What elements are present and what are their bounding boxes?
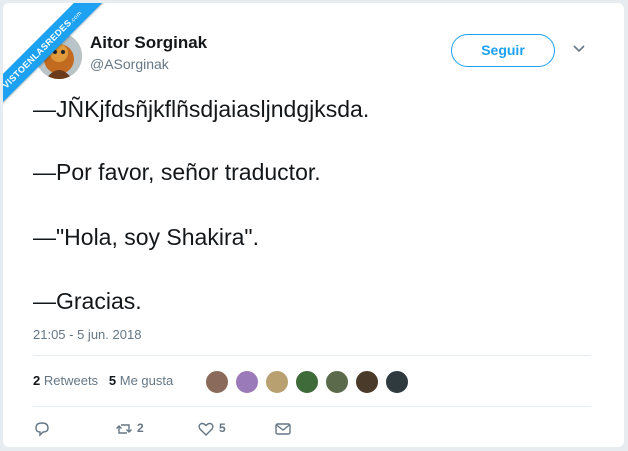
liker-avatar[interactable]: [295, 370, 319, 394]
tweet-card: VISTOENLASREDES.com Aitor Sorginak @ASor…: [3, 3, 624, 447]
liker-avatar[interactable]: [205, 370, 229, 394]
likes-stat[interactable]: 5 Me gusta: [109, 373, 173, 388]
heart-icon: [198, 422, 214, 436]
retweets-stat[interactable]: 2 Retweets: [33, 373, 98, 388]
liker-avatar[interactable]: [355, 370, 379, 394]
author-handle[interactable]: @ASorginak: [90, 56, 169, 72]
liker-avatar[interactable]: [325, 370, 349, 394]
tweet-line: —Gracias.: [33, 288, 142, 314]
like-action[interactable]: 5: [197, 420, 237, 438]
likes-count: 5: [108, 373, 117, 388]
chevron-down-icon[interactable]: [572, 41, 586, 55]
tweet-line: —Por favor, señor traductor.: [33, 159, 321, 185]
follow-button[interactable]: Seguir: [451, 34, 555, 67]
tweet-line: —JÑKjfdsñjkflñsdjaiasljndgjksda.: [33, 96, 370, 122]
tweet-timestamp[interactable]: 21:05 - 5 jun. 2018: [33, 327, 141, 342]
like-count: 5: [219, 421, 226, 435]
retweets-count: 2: [33, 373, 41, 388]
retweets-label: Retweets: [43, 373, 99, 388]
retweet-action[interactable]: 2: [115, 420, 155, 438]
tweet-stats: 2 Retweets 5 Me gusta: [33, 373, 173, 388]
watermark-suffix: .com: [69, 10, 84, 25]
divider: [33, 355, 591, 356]
liker-avatar[interactable]: [235, 370, 259, 394]
liker-avatar[interactable]: [385, 370, 409, 394]
reply-icon: [35, 422, 49, 437]
liker-avatar[interactable]: [265, 370, 289, 394]
retweet-icon: [116, 424, 132, 434]
divider: [33, 406, 591, 407]
envelope-icon: [275, 423, 291, 435]
retweet-count: 2: [137, 421, 144, 435]
tweet-line: —"Hola, soy Shakira".: [33, 224, 259, 250]
author-name[interactable]: Aitor Sorginak: [90, 33, 207, 53]
likes-label: Me gusta: [119, 373, 174, 388]
